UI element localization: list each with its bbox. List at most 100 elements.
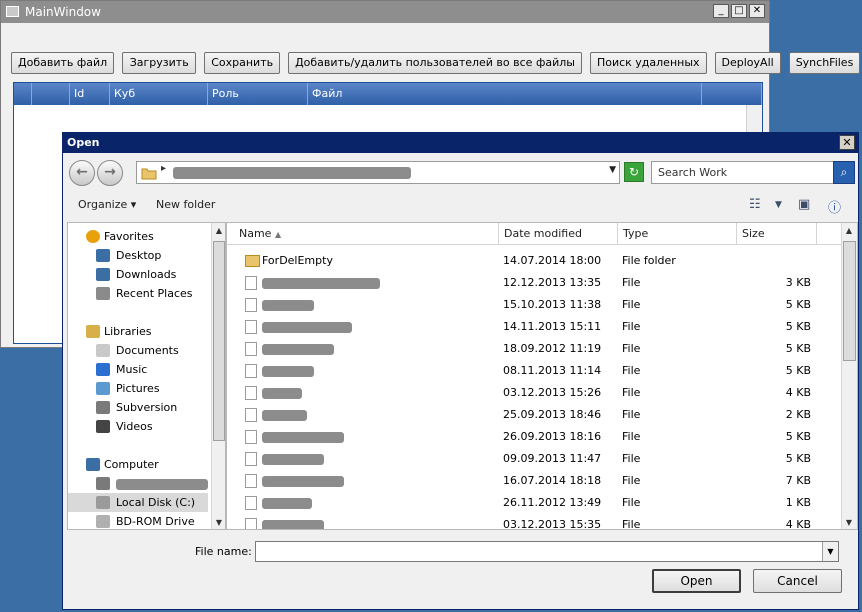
nav-item[interactable] [68, 474, 208, 493]
back-button[interactable]: ← [69, 160, 95, 186]
libraries-icon [86, 325, 100, 338]
open-file-dialog: Open ✕ ← → ▸ ▼ ↻ Search Work ⌕ Organize … [62, 132, 859, 610]
file-row[interactable]: 26.11.2012 13:49 File 1 KB [227, 492, 843, 514]
scroll-up-icon[interactable]: ▲ [842, 224, 856, 238]
file-row[interactable]: 08.11.2013 11:14 File 5 KB [227, 360, 843, 382]
grid-column-header[interactable]: Роль [208, 83, 308, 105]
column-name[interactable]: Name ▲ [227, 223, 499, 245]
file-date: 09.09.2013 11:47 [503, 452, 602, 465]
navigation-pane: Favorites Desktop Downloads Recent Places Li… [67, 222, 226, 530]
nav-item[interactable]: Pictures [68, 379, 208, 398]
scroll-up-icon[interactable]: ▲ [212, 224, 225, 238]
grid-column-header[interactable]: Файл [308, 83, 702, 105]
file-row[interactable]: 25.09.2013 18:46 File 2 KB [227, 404, 843, 426]
organize-button[interactable]: Organize ▾ [78, 198, 136, 211]
file-scroll-thumb[interactable] [843, 241, 856, 361]
dialog-close-button[interactable]: ✕ [839, 135, 855, 150]
nav-item[interactable]: Videos [68, 417, 208, 436]
file-row[interactable]: 03.12.2013 15:26 File 4 KB [227, 382, 843, 404]
grid-column-header[interactable]: Куб [110, 83, 208, 105]
file-size: 1 KB [785, 496, 811, 509]
file-row[interactable]: ForDelEmpty 14.07.2014 18:00 File folder [227, 250, 843, 272]
search-icon[interactable]: ⌕ [833, 161, 855, 184]
file-row[interactable]: 26.09.2013 18:16 File 5 KB [227, 426, 843, 448]
star-icon [86, 230, 100, 243]
nav-item-label: Favorites [104, 230, 154, 243]
add-file-button[interactable]: Добавить файл [11, 52, 115, 74]
nav-item[interactable]: Libraries [68, 322, 208, 341]
column-size[interactable]: Size [737, 223, 817, 245]
file-row[interactable]: 09.09.2013 11:47 File 5 KB [227, 448, 843, 470]
file-row[interactable]: 03.12.2013 15:35 File 4 KB [227, 514, 843, 530]
search-input[interactable]: Search Work ⌕ [651, 161, 855, 184]
scroll-down-icon[interactable]: ▼ [212, 516, 225, 529]
view-options-icon[interactable]: ☷ [749, 197, 761, 212]
grid-column-header[interactable] [14, 83, 32, 105]
nav-item[interactable]: Subversion [68, 398, 208, 417]
nav-item[interactable]: BD-ROM Drive (E:) [68, 512, 208, 529]
grid-column-header[interactable] [32, 83, 70, 105]
nav-item[interactable]: Downloads [68, 265, 208, 284]
redacted-file-name [262, 300, 314, 311]
nav-item[interactable]: Desktop [68, 246, 208, 265]
file-size: 5 KB [785, 298, 811, 311]
file-icon [245, 430, 257, 444]
forward-arrow-icon: → [104, 164, 116, 180]
nav-item-label: Pictures [116, 382, 160, 395]
file-size: 4 KB [785, 386, 811, 399]
preview-pane-icon[interactable]: ▣ [798, 197, 810, 212]
column-type[interactable]: Type [618, 223, 737, 245]
file-name: ForDelEmpty [262, 254, 333, 267]
file-date: 26.11.2012 13:49 [503, 496, 602, 509]
main-titlebar[interactable]: MainWindow _ □ ✕ [1, 1, 769, 23]
file-date: 14.11.2013 15:11 [503, 320, 602, 333]
scroll-down-icon[interactable]: ▼ [842, 516, 856, 529]
file-row[interactable]: 15.10.2013 11:38 File 5 KB [227, 294, 843, 316]
nav-item[interactable]: Favorites [68, 227, 208, 246]
load-button[interactable]: Загрузить [122, 52, 197, 74]
cancel-button[interactable]: Cancel [753, 569, 842, 593]
view-dropdown-icon[interactable]: ▼ [775, 200, 782, 210]
nav-item-label: Videos [116, 420, 153, 433]
nav-item[interactable]: Computer [68, 455, 208, 474]
address-dropdown-icon[interactable]: ▼ [609, 165, 616, 175]
minimize-button[interactable]: _ [713, 4, 729, 18]
file-row[interactable]: 16.07.2014 18:18 File 7 KB [227, 470, 843, 492]
redacted-file-name [262, 476, 344, 487]
file-name-input[interactable] [255, 541, 839, 562]
file-size: 5 KB [785, 364, 811, 377]
recent-places-icon [96, 287, 110, 300]
nav-item[interactable]: Recent Places [68, 284, 208, 303]
redacted-file-name [262, 432, 344, 443]
grid-column-header[interactable]: Id [70, 83, 110, 105]
deploy-all-button[interactable]: DeployAll [714, 52, 781, 74]
open-button[interactable]: Open [652, 569, 741, 593]
dialog-titlebar[interactable]: Open ✕ [63, 133, 858, 153]
refresh-button[interactable]: ↻ [624, 162, 644, 182]
file-row[interactable]: 12.12.2013 13:35 File 3 KB [227, 272, 843, 294]
add-remove-users-button[interactable]: Добавить/удалить пользователей во все фа… [288, 52, 582, 74]
file-name-dropdown-icon[interactable]: ▼ [822, 542, 838, 561]
save-button[interactable]: Сохранить [204, 52, 281, 74]
new-folder-button[interactable]: New folder [156, 198, 215, 211]
file-type: File [622, 298, 641, 311]
nav-scroll-thumb[interactable] [213, 241, 225, 441]
search-deleted-button[interactable]: Поиск удаленных [589, 52, 707, 74]
bd-rom-icon [96, 515, 110, 528]
close-button[interactable]: ✕ [749, 4, 765, 18]
breadcrumb-chevron-icon[interactable]: ▸ [161, 163, 166, 174]
nav-item[interactable]: Music [68, 360, 208, 379]
file-type: File [622, 518, 641, 530]
forward-button[interactable]: → [97, 160, 123, 186]
maximize-button[interactable]: □ [731, 4, 747, 18]
file-row[interactable]: 18.09.2012 11:19 File 5 KB [227, 338, 843, 360]
nav-item[interactable]: Documents [68, 341, 208, 360]
column-date-modified[interactable]: Date modified [499, 223, 618, 245]
synch-files-button[interactable]: SynchFiles [788, 52, 861, 74]
nav-scrollbar[interactable]: ▲ ▼ [211, 223, 225, 529]
address-field[interactable]: ▸ ▼ [136, 161, 620, 184]
nav-item[interactable]: Local Disk (C:) [68, 493, 208, 512]
file-row[interactable]: 14.11.2013 15:11 File 5 KB [227, 316, 843, 338]
help-icon[interactable]: ⓘ [828, 197, 841, 216]
file-list-scrollbar[interactable]: ▲ ▼ [841, 223, 857, 529]
